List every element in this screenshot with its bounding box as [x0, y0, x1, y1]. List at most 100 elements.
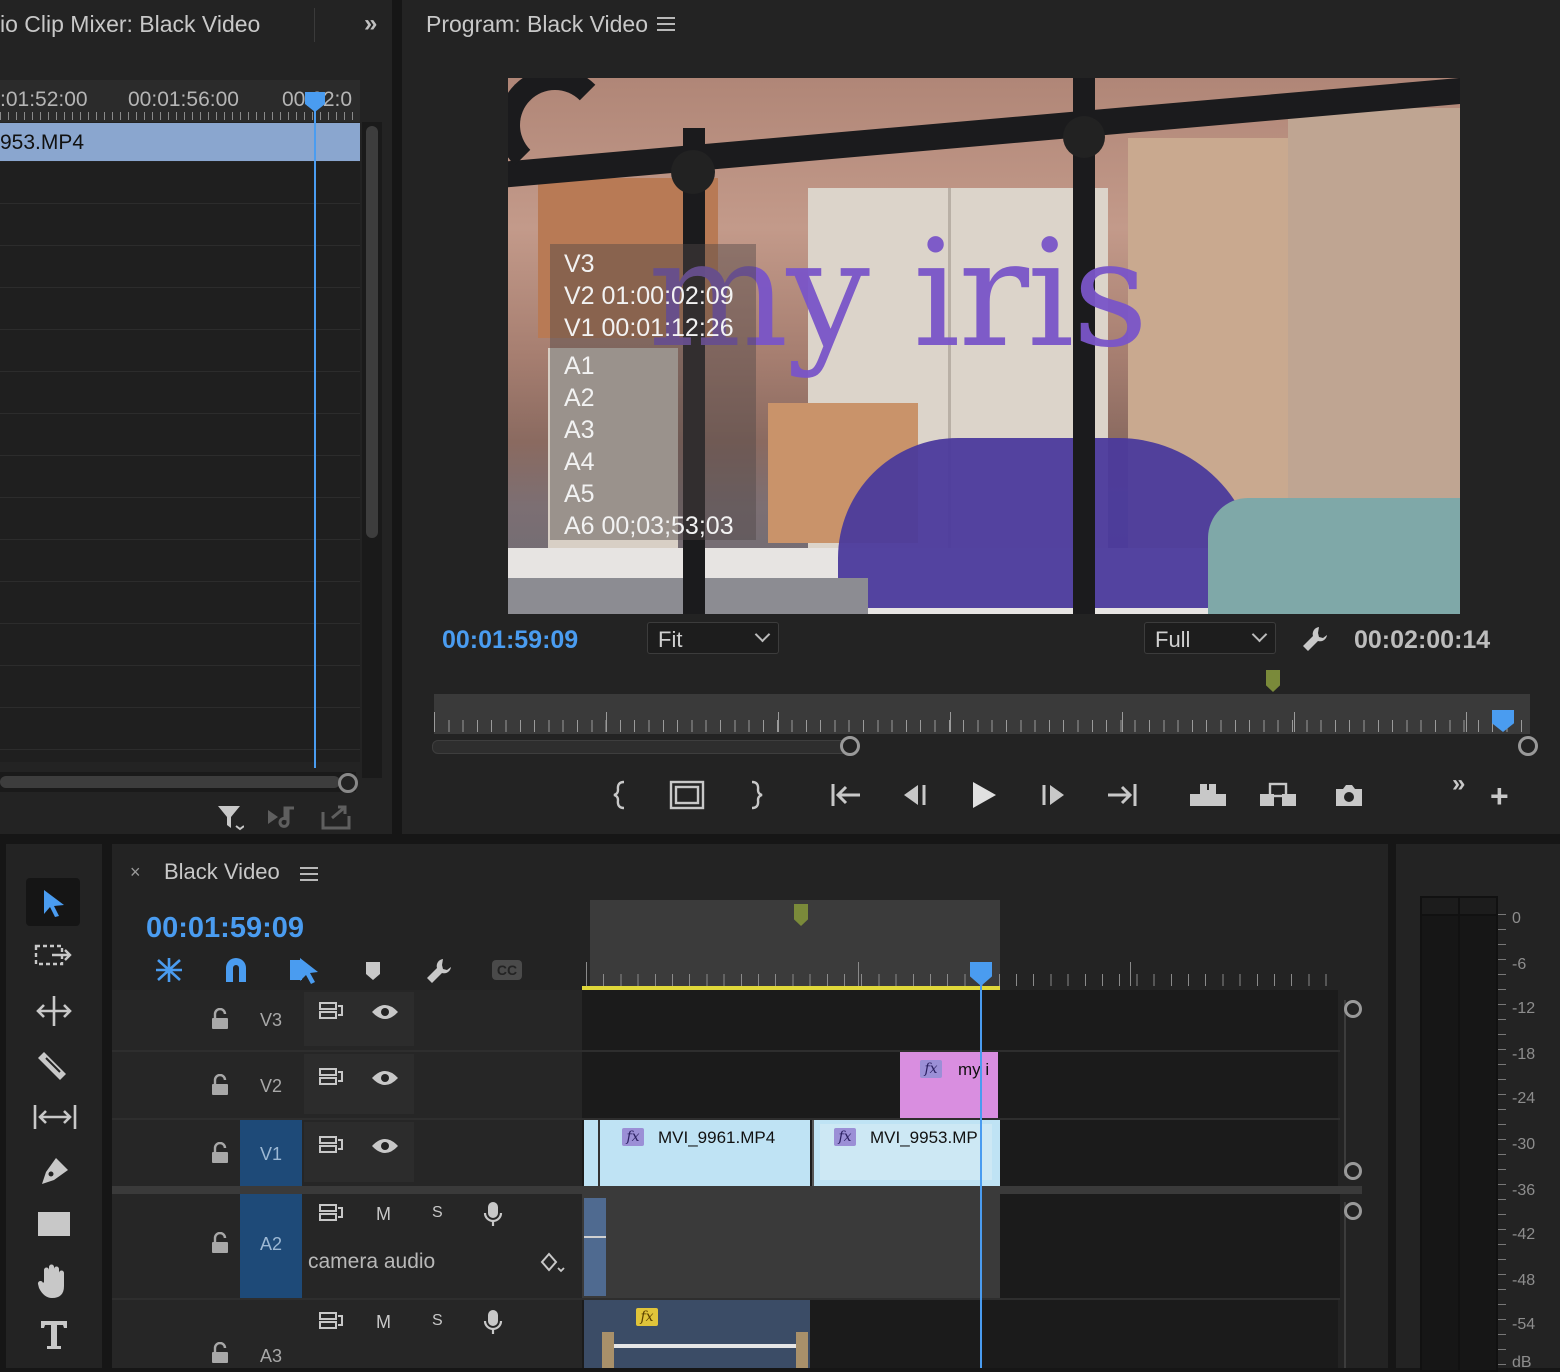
more-controls-icon[interactable]: »: [1452, 770, 1465, 798]
mark-out-icon[interactable]: [746, 780, 764, 810]
track-select-tool-icon[interactable]: [34, 942, 76, 972]
mute-track-button[interactable]: M: [376, 1204, 391, 1225]
playback-resolution-dropdown[interactable]: Full: [1144, 622, 1276, 654]
solo-track-button[interactable]: S: [432, 1312, 443, 1330]
voice-over-record-icon[interactable]: [482, 1200, 504, 1228]
track-label[interactable]: V3: [260, 1010, 282, 1031]
track-label[interactable]: V2: [260, 1076, 282, 1097]
button-editor-icon[interactable]: +: [1490, 780, 1509, 812]
program-video-frame[interactable]: my iris V3 V2 01:00:02:09 V1 00:01:12:26…: [508, 78, 1460, 614]
track-lock-icon[interactable]: [210, 1142, 230, 1164]
snap-magnet-icon[interactable]: [222, 956, 250, 984]
step-forward-icon[interactable]: [1040, 782, 1068, 808]
export-frame-icon[interactable]: [1334, 782, 1364, 808]
type-tool-icon[interactable]: [38, 1318, 72, 1352]
play-icon[interactable]: [970, 780, 998, 810]
audio-track-scrollbar[interactable]: [1344, 1202, 1362, 1368]
mark-in-icon[interactable]: [612, 780, 630, 810]
toggle-sync-lock-icon[interactable]: [318, 1134, 344, 1156]
sequence-tab-title[interactable]: Black Video: [164, 859, 280, 885]
video-clip[interactable]: fx MVI_9953.MP: [812, 1120, 1000, 1186]
meter-peak-left[interactable]: [1420, 896, 1460, 916]
step-back-icon[interactable]: [900, 782, 928, 808]
timeline-menu-icon[interactable]: [300, 867, 318, 881]
track-name[interactable]: camera audio: [308, 1250, 435, 1274]
filter-icon[interactable]: [216, 804, 244, 832]
go-to-in-icon[interactable]: [830, 782, 862, 808]
source-patch-a2[interactable]: A2: [240, 1194, 302, 1298]
lift-icon[interactable]: [1188, 780, 1228, 808]
marker-icon[interactable]: [1266, 670, 1280, 692]
overlay-line: A6 00;03;53;03: [564, 512, 734, 540]
add-marker-icon[interactable]: [364, 960, 382, 982]
track-v3-lane[interactable]: [582, 990, 1338, 1050]
linked-selection-icon[interactable]: [288, 954, 320, 986]
toggle-sync-lock-icon[interactable]: [318, 1202, 344, 1224]
meter-peak-right[interactable]: [1458, 896, 1498, 916]
track-lock-icon[interactable]: [210, 1008, 230, 1030]
track-lock-icon[interactable]: [210, 1342, 230, 1364]
extract-icon[interactable]: [1258, 780, 1298, 808]
toggle-track-output-eye-icon[interactable]: [370, 1068, 400, 1088]
toggle-sync-lock-icon[interactable]: [318, 1310, 344, 1332]
track-lock-icon[interactable]: [210, 1074, 230, 1096]
go-to-out-icon[interactable]: [1106, 782, 1138, 808]
audio-transition-left[interactable]: [602, 1332, 614, 1368]
overlay-line: A2: [564, 384, 595, 412]
rectangle-tool-icon[interactable]: [36, 1210, 76, 1242]
audio-clip[interactable]: fx: [584, 1300, 810, 1368]
video-track-scrollbar[interactable]: [1344, 1000, 1362, 1180]
razor-tool-icon[interactable]: [36, 1048, 72, 1084]
fx-badge: fx: [834, 1128, 856, 1146]
clip-label: MVI_9961.MP4: [658, 1128, 776, 1147]
slip-tool-icon[interactable]: [32, 1102, 78, 1132]
zoom-scrollbar[interactable]: [432, 736, 1538, 756]
close-tab-icon[interactable]: ×: [130, 862, 141, 883]
audio-transition-right[interactable]: [796, 1332, 808, 1368]
track-lock-icon[interactable]: [210, 1232, 230, 1254]
safe-margins-icon[interactable]: [669, 780, 705, 810]
voice-over-record-icon[interactable]: [482, 1308, 504, 1336]
program-monitor-panel: Program: Black Video my iris V3 V2 01:00…: [402, 0, 1560, 834]
video-clip[interactable]: fx MVI_9961.MP4: [600, 1120, 810, 1186]
program-time-ruler[interactable]: [434, 694, 1530, 734]
selection-tool[interactable]: [26, 878, 80, 926]
solo-track-button[interactable]: S: [432, 1204, 443, 1222]
mixer-horizontal-scrollbar[interactable]: [0, 772, 358, 793]
title-clip[interactable]: fx my i: [900, 1052, 998, 1118]
nest-icon[interactable]: [154, 956, 184, 984]
expand-panels-icon[interactable]: »: [364, 10, 377, 38]
toggle-sync-lock-icon[interactable]: [318, 1000, 344, 1022]
meter-scale-label: -12: [1512, 1000, 1536, 1017]
panel-title[interactable]: Program: Black Video: [426, 11, 648, 38]
pen-tool-icon[interactable]: [36, 1154, 72, 1190]
panel-menu-icon[interactable]: [657, 17, 675, 31]
mixer-clip-bar[interactable]: 953.MP4: [0, 123, 360, 161]
mixer-vertical-scrollbar[interactable]: [362, 122, 382, 778]
video-audio-divider[interactable]: [112, 1186, 1362, 1194]
zoom-level-dropdown[interactable]: Fit: [647, 622, 779, 654]
audio-clip-edge[interactable]: [584, 1198, 606, 1296]
playhead-timecode[interactable]: 00:01:59:09: [442, 626, 578, 655]
panel-title[interactable]: io Clip Mixer: Black Video: [0, 11, 260, 38]
toggle-sync-lock-icon[interactable]: [318, 1066, 344, 1088]
wrench-icon[interactable]: [1300, 624, 1330, 654]
mute-track-button[interactable]: M: [376, 1312, 391, 1333]
ripple-edit-tool-icon[interactable]: [34, 994, 76, 1028]
track-a2-lane[interactable]: [582, 1194, 1000, 1298]
meter-scale-label: -6: [1512, 956, 1527, 973]
meter-scale-label: -36: [1512, 1182, 1536, 1199]
track-label[interactable]: A3: [260, 1346, 282, 1367]
track-a2-lane-empty[interactable]: [1000, 1194, 1340, 1298]
toggle-track-output-eye-icon[interactable]: [370, 1002, 400, 1022]
timeline-playhead-timecode[interactable]: 00:01:59:09: [146, 912, 304, 945]
keyframe-toggle-icon[interactable]: [540, 1252, 566, 1274]
timeline-settings-wrench-icon[interactable]: [424, 956, 454, 986]
video-clip-prev[interactable]: [584, 1120, 600, 1186]
source-patch-v1[interactable]: V1: [240, 1120, 302, 1186]
toggle-track-output-eye-icon[interactable]: [370, 1136, 400, 1156]
hand-tool-icon[interactable]: [36, 1262, 72, 1300]
overlay-line: V3: [564, 250, 595, 278]
meter-scale-label: -30: [1512, 1136, 1536, 1153]
ruler-time: :01:52:00: [0, 88, 88, 111]
